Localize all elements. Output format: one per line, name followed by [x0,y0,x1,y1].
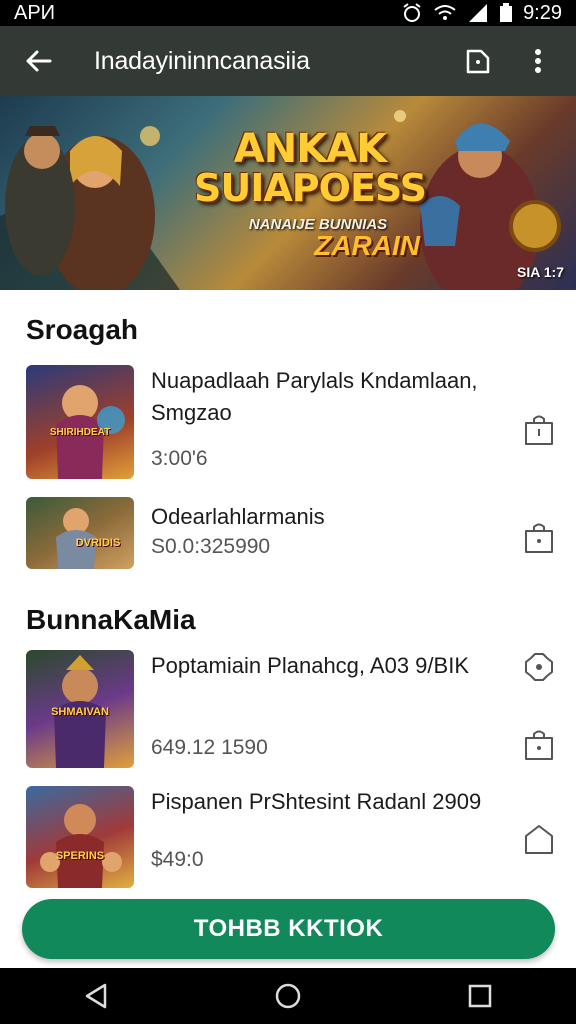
list-item[interactable]: DVRIDIS Odearlahlarmanis S0.0:325990 [26,497,556,571]
banner-title-line2: SUIAPOESS [194,166,427,210]
page-title: Inadayininncanasiia [94,46,310,75]
battery-icon [500,3,513,22]
status-bar: АРИ 9:29 [0,0,576,26]
nav-home-icon[interactable] [274,982,302,1010]
bag-icon[interactable] [522,521,556,555]
system-nav-bar [0,968,576,1024]
bag-icon[interactable] [522,413,556,447]
thumbnail-label: DVRIDIS [75,537,121,549]
item-name: Odearlahlarmanis [151,504,325,529]
item-name: Nuapadlaah Parylals Kndamlaan, Smgzao [151,368,478,425]
back-button[interactable] [18,41,58,81]
alarm-icon [403,3,421,22]
item-name: Poptamiain Planahcg, A03 9/BIK [151,653,469,678]
item-thumbnail: SHMAIVAN [26,650,134,768]
thumbnail-label: SPERINS [55,850,105,862]
list-item[interactable]: SHMAIVAN Poptamiain Planahcg, A03 9/BIK … [26,650,556,770]
gear-icon[interactable] [522,650,556,684]
item-price: S0.0:325990 [151,535,271,558]
hero-banner[interactable]: ANKAK SUIAPOESS NANAIJE BUNNIAS ZARAIN S… [0,96,576,290]
item-thumbnail: SPERINS [26,786,134,888]
section-title: BunnaKaMia [26,604,196,635]
home-bag-icon[interactable] [522,822,556,856]
item-thumbnail: SHIRIHDEAT [26,365,134,479]
app-bar: Inadayininncanasiia [0,26,576,96]
list-item[interactable]: SPERINS Pispanen PrShtesint Radanl 2909 … [26,786,556,890]
item-name: Pispanen PrShtesint Radanl 2909 [151,789,482,814]
thumbnail-label: SHMAIVAN [51,706,109,718]
signal-icon [469,4,488,22]
banner-subtitle-secondary: ZARAIN [314,230,420,261]
list-item[interactable]: SHIRIHDEAT Nuapadlaah Parylals Kndamlaan… [26,365,556,481]
wifi-icon [434,5,456,20]
status-icons: 9:29 [401,2,562,25]
item-price: 3:00'6 [151,447,208,470]
thumbnail-art [40,804,122,888]
status-time: 9:29 [523,1,562,24]
more-vertical-icon [535,49,541,73]
arrow-left-icon [26,50,52,72]
primary-cta-button[interactable]: TOHBB KKTIOK [22,899,555,959]
thumbnail-art [56,385,125,479]
share-box-icon [466,49,490,74]
share-button[interactable] [458,41,498,81]
status-carrier: АРИ [14,1,56,24]
item-price: 649.12 1590 [151,736,268,759]
item-thumbnail: DVRIDIS [26,497,134,569]
nav-recents-icon[interactable] [467,983,493,1009]
nav-back-icon[interactable] [83,982,109,1010]
more-options-button[interactable] [518,41,558,81]
thumbnail-label: SHIRIHDEAT [49,427,111,438]
banner-badge: SIA 1:7 [517,264,564,280]
section-title: Sroagah [26,314,139,345]
bag-icon[interactable] [522,728,556,762]
thumbnail-art [56,508,96,569]
item-price: $49:0 [151,848,204,871]
